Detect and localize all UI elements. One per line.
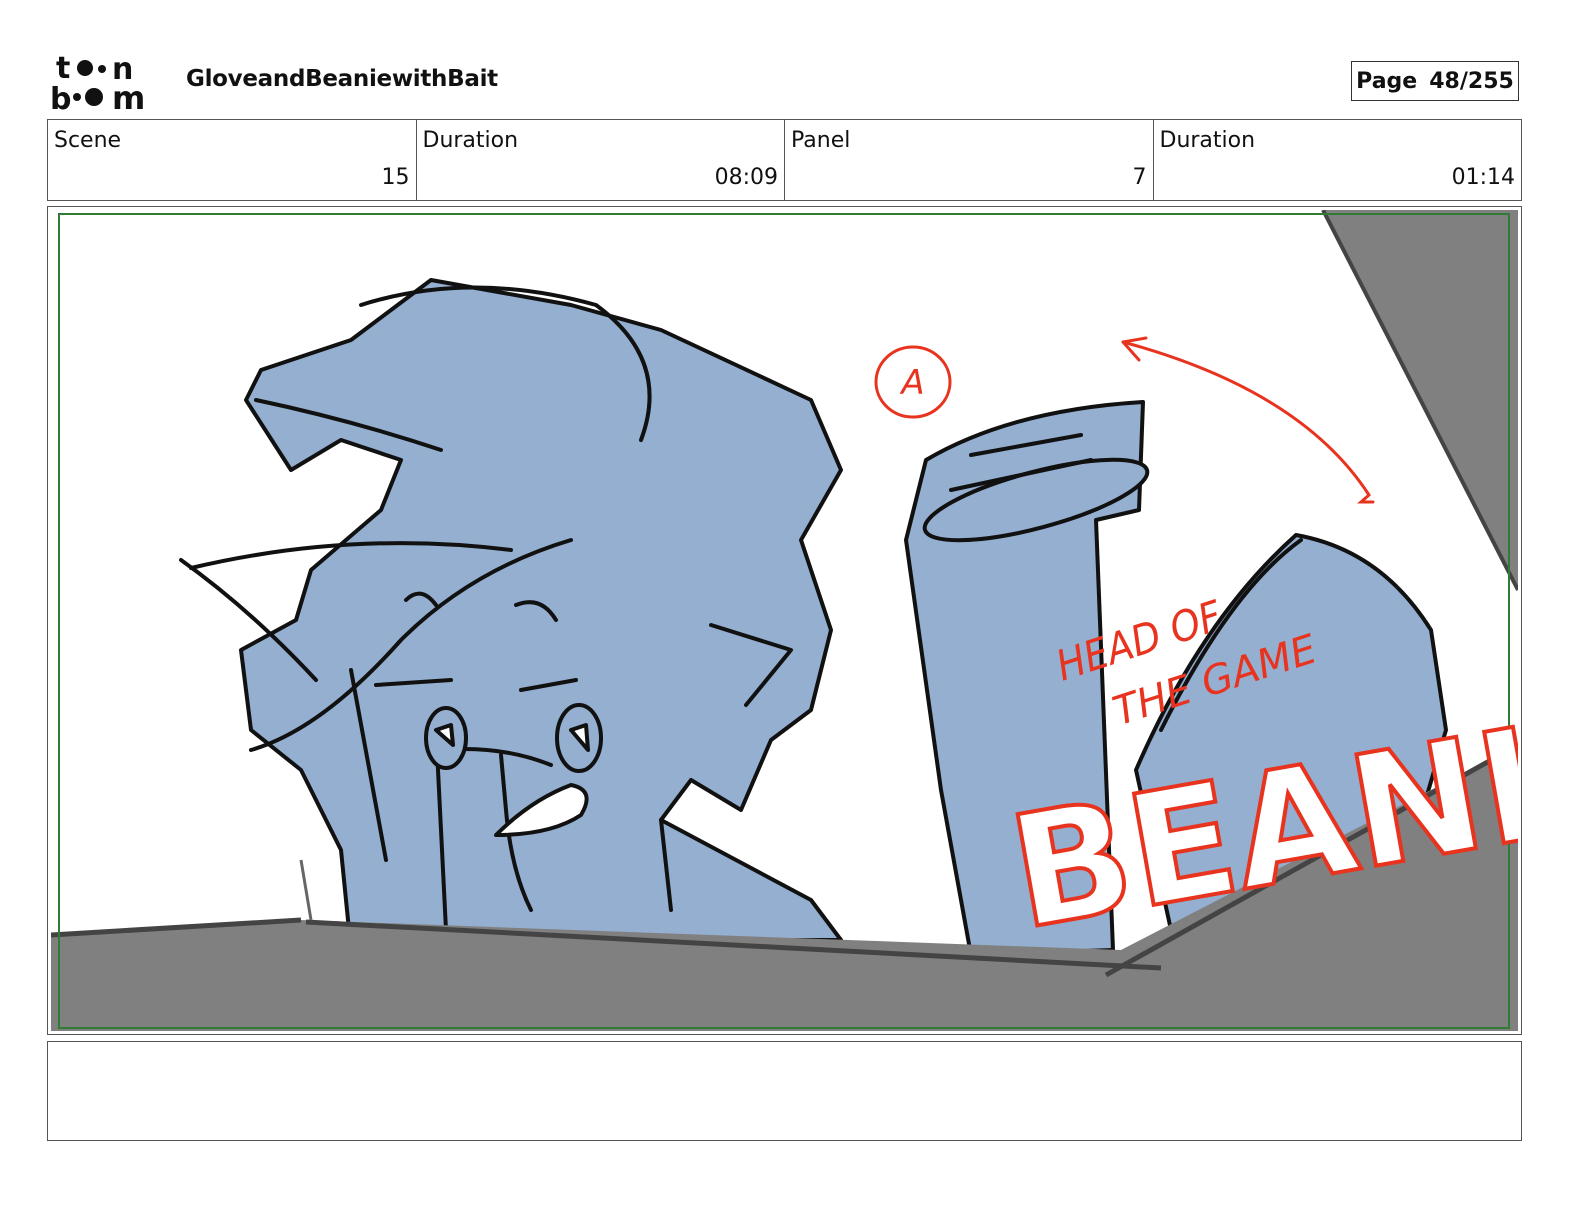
svg-text:m: m: [112, 79, 145, 112]
svg-text:b: b: [50, 82, 71, 112]
scene-info-table: Scene 15 Duration 08:09 Panel 7 Duration…: [47, 119, 1522, 201]
page-number: 48/255: [1429, 68, 1514, 94]
panel-cell: Panel 7: [785, 120, 1154, 200]
panel-duration-cell: Duration 01:14: [1154, 120, 1522, 200]
panel-duration-value: 01:14: [1451, 165, 1515, 190]
storyboard-panel-drawing: A HEAD OF THE GAME BEANIE: [51, 210, 1518, 1031]
scene-cell: Scene 15: [48, 120, 417, 200]
project-title: GloveandBeaniewithBait: [186, 66, 498, 92]
scene-duration-cell: Duration 08:09: [417, 120, 785, 200]
panel-notes-box: [47, 1041, 1522, 1141]
page-label: Page: [1356, 68, 1418, 94]
panel-duration-label: Duration: [1159, 128, 1256, 153]
page-indicator: Page 48/255: [1351, 61, 1519, 101]
scene-duration-label: Duration: [422, 128, 519, 153]
panel-label: Panel: [791, 128, 851, 153]
scene-duration-value: 08:09: [714, 165, 778, 190]
scene-label: Scene: [54, 128, 122, 153]
annotation-letter: A: [899, 363, 924, 403]
svg-text:t: t: [56, 52, 70, 86]
toonboom-logo: t n b m: [50, 51, 165, 117]
scene-value: 15: [381, 165, 410, 190]
panel-value: 7: [1132, 165, 1147, 190]
